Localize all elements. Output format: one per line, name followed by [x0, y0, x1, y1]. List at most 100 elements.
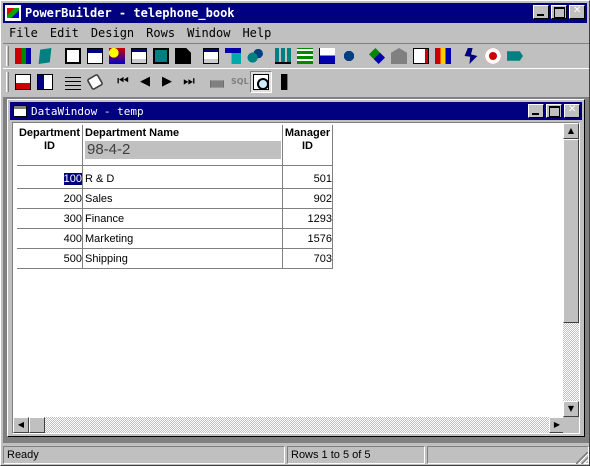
status-extra-panel	[427, 446, 589, 464]
report-button[interactable]	[316, 45, 338, 67]
report-icon	[319, 48, 335, 64]
cell-manager-id[interactable]: 501	[283, 169, 333, 189]
cell-manager-id[interactable]: 703	[283, 249, 333, 269]
function-icon	[175, 48, 191, 64]
library-button[interactable]	[62, 45, 84, 67]
exit-button[interactable]	[504, 45, 526, 67]
minimize-button[interactable]	[533, 5, 549, 19]
table-row[interactable]: 500 Shipping 703	[17, 249, 333, 269]
scroll-left-arrow-icon[interactable]: ◀	[13, 417, 29, 433]
update-button[interactable]	[62, 71, 84, 93]
new-button[interactable]	[12, 45, 34, 67]
painterbar-toolbar: ⏮ ◀ ▶ ⏭ SQL	[3, 69, 325, 95]
horizontal-scrollbar[interactable]: ◀ ▶	[13, 417, 565, 433]
eraser-icon	[86, 73, 104, 91]
next-page-icon: ▶	[162, 74, 172, 89]
database-button[interactable]	[272, 45, 294, 67]
cell-department-name[interactable]: Sales	[85, 189, 281, 209]
table-row[interactable]: 200 Sales 902	[17, 189, 333, 209]
powerbuilder-app-icon[interactable]	[5, 5, 21, 21]
cell-department-id[interactable]: 200	[17, 189, 83, 209]
cell-department-id[interactable]: 100	[17, 169, 83, 189]
scroll-down-arrow-icon[interactable]: ▼	[563, 401, 579, 417]
sheet-maximize-button[interactable]	[546, 104, 562, 118]
insert-row-button[interactable]	[12, 71, 34, 93]
datawindow-icon	[131, 48, 147, 64]
resize-grip-icon[interactable]	[576, 452, 588, 464]
cell-department-name[interactable]: Marketing	[85, 229, 281, 249]
clear-button[interactable]	[84, 71, 106, 93]
query-icon	[225, 48, 241, 64]
toolbar-grip[interactable]	[6, 46, 9, 66]
menu-file[interactable]: File	[3, 26, 44, 40]
horizontal-scroll-thumb[interactable]	[29, 417, 45, 433]
graph-button[interactable]	[338, 45, 360, 67]
library-painter-button[interactable]	[388, 45, 410, 67]
sheet-close-button[interactable]	[564, 104, 580, 118]
structure-painter-button[interactable]	[150, 45, 172, 67]
cell-department-name[interactable]: Shipping	[85, 249, 281, 269]
close-button[interactable]	[569, 5, 585, 19]
window-painter-button[interactable]	[84, 45, 106, 67]
datawindow-painter-button[interactable]	[128, 45, 150, 67]
menu-rows[interactable]: Rows	[140, 26, 181, 40]
object-browser-button[interactable]	[432, 45, 454, 67]
vertical-scroll-thumb[interactable]	[563, 139, 579, 323]
status-bar: Ready Rows 1 to 5 of 5	[3, 445, 589, 465]
cell-department-id[interactable]: 500	[17, 249, 83, 269]
edit-button[interactable]	[410, 45, 432, 67]
exit-icon	[507, 51, 523, 61]
user-object-button[interactable]	[366, 45, 388, 67]
scroll-up-arrow-icon[interactable]: ▲	[563, 123, 579, 139]
menu-bar: File Edit Design Rows Window Help	[3, 24, 587, 42]
delete-row-button[interactable]	[34, 71, 56, 93]
caption-buttons	[533, 5, 585, 19]
run-button[interactable]	[460, 45, 482, 67]
scrollbar-corner	[563, 417, 579, 433]
menu-help[interactable]: Help	[236, 26, 277, 40]
table-row[interactable]: 300 Finance 1293	[17, 209, 333, 229]
table-row[interactable]: 400 Marketing 1576	[17, 229, 333, 249]
cell-department-id[interactable]: 300	[17, 209, 83, 229]
cell-department-name[interactable]: R & D	[85, 169, 281, 189]
status-message: Ready	[3, 446, 285, 464]
open-icon	[38, 48, 52, 64]
print-button[interactable]	[206, 71, 228, 93]
title-bar[interactable]: PowerBuilder - telephone_book	[3, 3, 587, 23]
next-page-button[interactable]: ▶	[156, 71, 178, 93]
prior-page-button[interactable]: ◀	[134, 71, 156, 93]
sheet-title-bar[interactable]: DataWindow - temp	[10, 102, 582, 120]
update-icon	[65, 74, 81, 90]
cell-manager-id[interactable]: 1293	[283, 209, 333, 229]
database-profile-button[interactable]	[294, 45, 316, 67]
open-button[interactable]	[34, 45, 56, 67]
cell-manager-id[interactable]: 902	[283, 189, 333, 209]
maximize-button[interactable]	[551, 5, 567, 19]
sql-button[interactable]: SQL	[228, 71, 250, 93]
table-row[interactable]: 100 R & D 501	[17, 169, 333, 189]
cell-department-id[interactable]: 400	[17, 229, 83, 249]
menu-design[interactable]: Design	[85, 26, 140, 40]
cell-department-name[interactable]: Finance	[85, 209, 281, 229]
menu-window[interactable]: Window	[181, 26, 236, 40]
first-page-button[interactable]: ⏮	[112, 71, 134, 93]
debug-button[interactable]	[482, 45, 504, 67]
graph-icon	[341, 48, 357, 64]
cell-manager-id[interactable]: 1576	[283, 229, 333, 249]
prior-page-icon: ◀	[140, 74, 150, 89]
vertical-scrollbar[interactable]: ▲ ▼	[563, 123, 579, 417]
datawindow-sheet-icon[interactable]	[13, 105, 27, 117]
sql-icon: SQL	[231, 77, 249, 86]
project-button[interactable]	[200, 45, 222, 67]
query-button[interactable]	[222, 45, 244, 67]
close-preview-button[interactable]	[278, 71, 300, 93]
last-page-button[interactable]: ⏭	[178, 71, 200, 93]
menu-edit[interactable]: Edit	[44, 26, 85, 40]
function-painter-button[interactable]	[172, 45, 194, 67]
sheet-minimize-button[interactable]	[528, 104, 544, 118]
menu-painter-button[interactable]	[106, 45, 128, 67]
preview-button[interactable]	[250, 71, 272, 93]
pipeline-button[interactable]	[244, 45, 266, 67]
toolbar-grip[interactable]	[6, 72, 9, 92]
sheet-title: DataWindow - temp	[31, 104, 144, 118]
